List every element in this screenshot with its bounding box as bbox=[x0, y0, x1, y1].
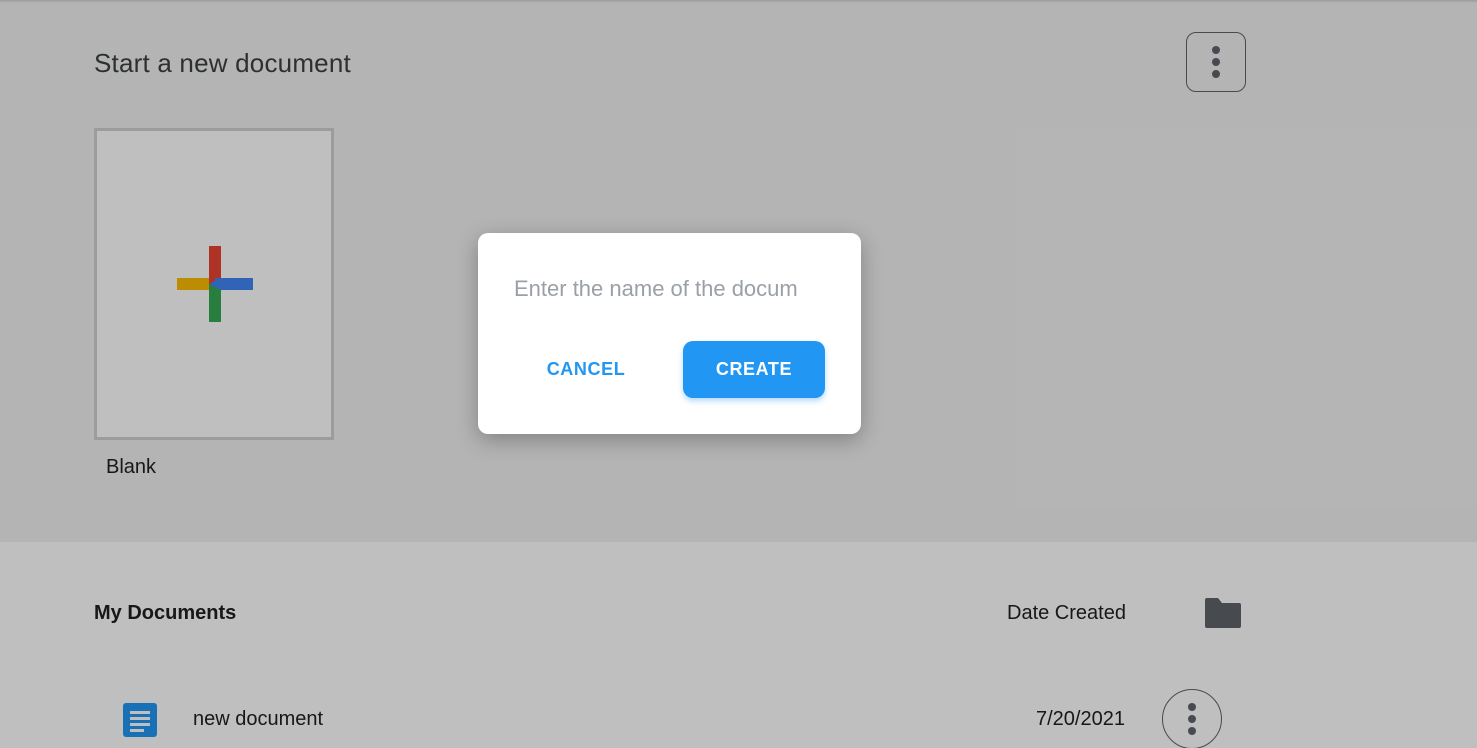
create-button[interactable]: CREATE bbox=[683, 341, 825, 398]
document-name-input[interactable] bbox=[514, 271, 826, 307]
new-document-dialog: CANCEL CREATE bbox=[478, 233, 861, 434]
cancel-button[interactable]: CANCEL bbox=[528, 341, 644, 397]
